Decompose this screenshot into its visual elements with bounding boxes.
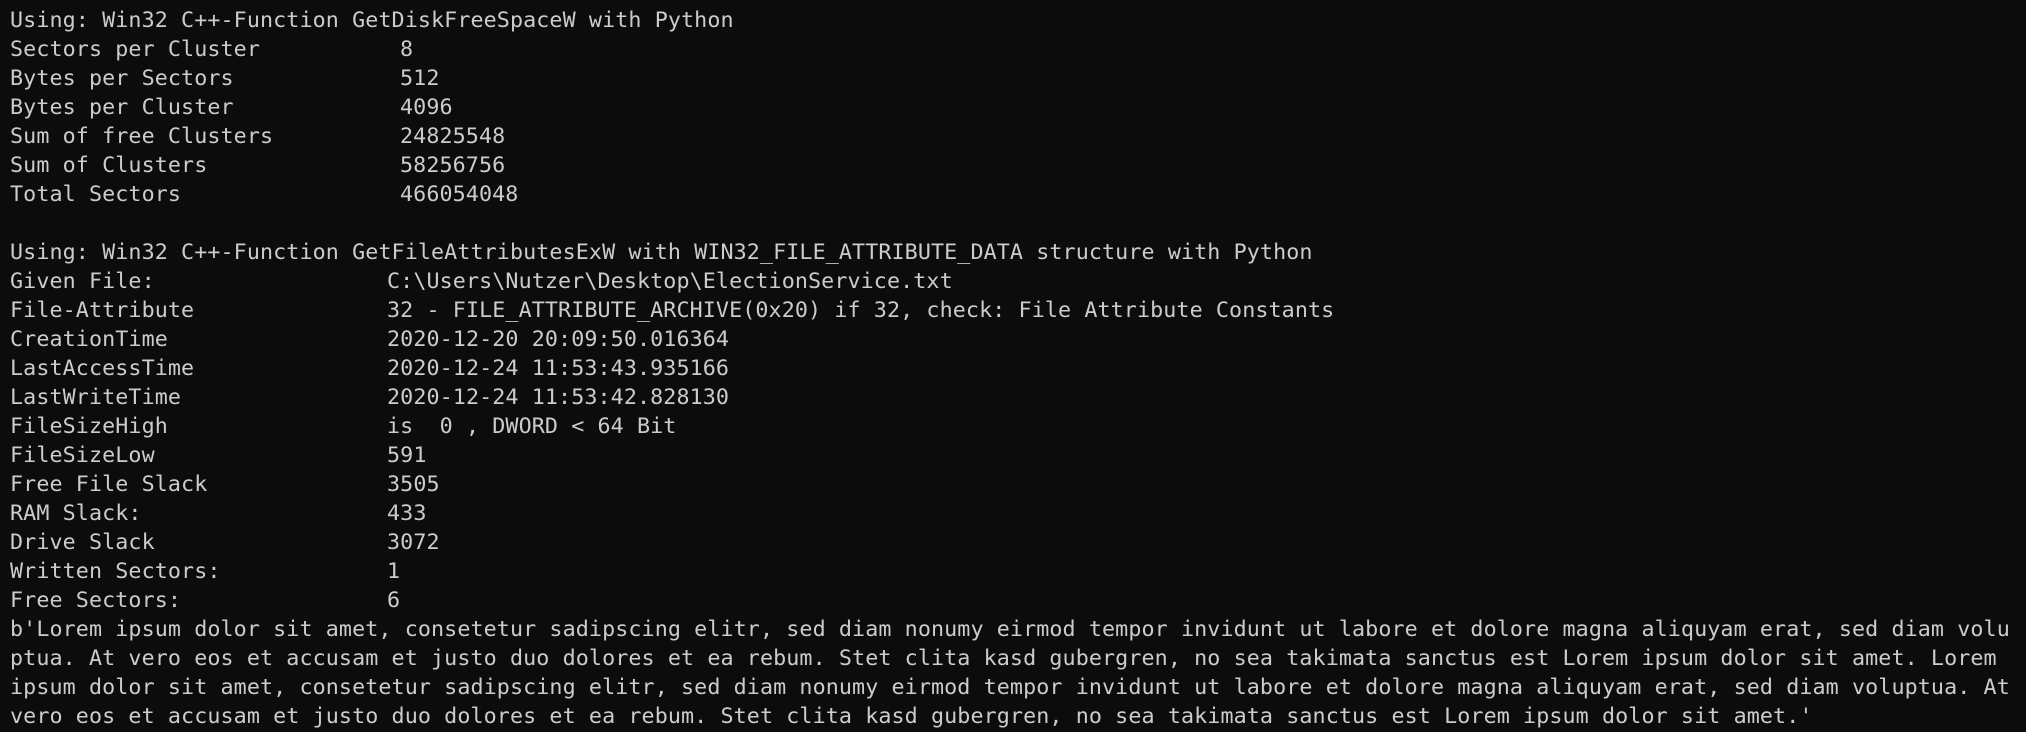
output-row-ram-slack: RAM Slack: 433 <box>10 499 2016 528</box>
output-row-file-size-high: FileSizeHigh is 0 , DWORD < 64 Bit <box>10 412 2016 441</box>
row-label: CreationTime <box>10 327 168 352</box>
row-label: Sectors per Cluster <box>10 37 260 62</box>
row-label: Sum of free Clusters <box>10 124 274 149</box>
row-label: FileSizeLow <box>10 443 155 468</box>
output-row-bytes-per-cluster: Bytes per Cluster 4096 <box>10 93 2016 122</box>
row-value: is 0 , DWORD < 64 Bit <box>387 414 677 439</box>
row-value: C:\Users\Nutzer\Desktop\ElectionService.… <box>387 269 953 294</box>
row-value: 2020-12-24 11:53:42.828130 <box>387 385 730 410</box>
row-label: Free Sectors: <box>10 588 182 613</box>
row-label: Free File Slack <box>10 472 208 497</box>
output-row-free-sectors: Free Sectors: 6 <box>10 586 2016 615</box>
row-label: File-Attribute <box>10 298 195 323</box>
output-row-sum-free-clusters: Sum of free Clusters 24825548 <box>10 122 2016 151</box>
row-value: 58256756 <box>400 153 506 178</box>
section-heading-file-attributes: Using: Win32 C++-Function GetFileAttribu… <box>10 240 1313 265</box>
output-row-last-access-time: LastAccessTime 2020-12-24 11:53:43.935166 <box>10 354 2016 383</box>
row-label: LastAccessTime <box>10 356 195 381</box>
row-value: 4096 <box>400 95 453 120</box>
row-label: Drive Slack <box>10 530 155 555</box>
row-value: 2020-12-24 11:53:43.935166 <box>387 356 730 381</box>
row-label: Bytes per Cluster <box>10 95 234 120</box>
row-value: 3505 <box>387 472 440 497</box>
row-label: Given File: <box>10 269 155 294</box>
row-label: Written Sectors: <box>10 559 221 584</box>
row-value: 3072 <box>387 530 440 555</box>
row-label: Sum of Clusters <box>10 153 208 178</box>
row-label: FileSizeHigh <box>10 414 168 439</box>
row-label: Total Sectors <box>10 182 182 207</box>
row-value: 32 - FILE_ATTRIBUTE_ARCHIVE(0x20) if 32,… <box>387 298 1335 323</box>
row-label: Bytes per Sectors <box>10 66 234 91</box>
section-heading-disk-free-space: Using: Win32 C++-Function GetDiskFreeSpa… <box>10 8 734 33</box>
row-value: 1 <box>387 559 401 584</box>
row-value: 512 <box>400 66 440 91</box>
output-row-sum-clusters: Sum of Clusters 58256756 <box>10 151 2016 180</box>
row-label: LastWriteTime <box>10 385 182 410</box>
output-row-total-sectors: Total Sectors 466054048 <box>10 180 2016 209</box>
output-row-sectors-per-cluster: Sectors per Cluster 8 <box>10 35 2016 64</box>
output-row-given-file: Given File: C:\Users\Nutzer\Desktop\Elect… <box>10 267 2016 296</box>
row-value: 591 <box>387 443 427 468</box>
output-row-last-write-time: LastWriteTime 2020-12-24 11:53:42.828130 <box>10 383 2016 412</box>
row-value: 8 <box>400 37 414 62</box>
row-value: 466054048 <box>400 182 519 207</box>
output-row-free-file-slack: Free File Slack 3505 <box>10 470 2016 499</box>
row-label: RAM Slack: <box>10 501 142 526</box>
row-value: 2020-12-20 20:09:50.016364 <box>387 327 730 352</box>
console-output: Using: Win32 C++-Function GetDiskFreeSpa… <box>10 6 2016 731</box>
output-row-bytes-per-sectors: Bytes per Sectors 512 <box>10 64 2016 93</box>
output-row-written-sectors: Written Sectors: 1 <box>10 557 2016 586</box>
output-row-file-attribute: File-Attribute 32 - FILE_ATTRIBUTE_ARCHIV… <box>10 296 2016 325</box>
output-row-creation-time: CreationTime 2020-12-20 20:09:50.016364 <box>10 325 2016 354</box>
row-value: 24825548 <box>400 124 506 149</box>
row-value: 6 <box>387 588 401 613</box>
file-content-output: b'Lorem ipsum dolor sit amet, consetetur… <box>10 617 2010 729</box>
row-value: 433 <box>387 501 427 526</box>
output-row-drive-slack: Drive Slack 3072 <box>10 528 2016 557</box>
output-row-file-size-low: FileSizeLow 591 <box>10 441 2016 470</box>
